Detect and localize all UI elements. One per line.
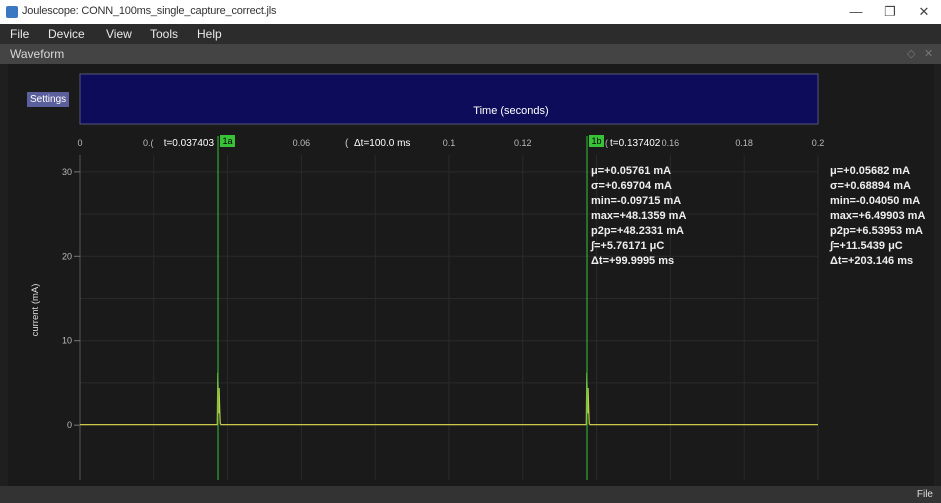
plot-grid <box>79 155 819 480</box>
y-tick-label: 0 <box>67 420 72 430</box>
total-statistics: μ=+0.05682 mA σ=+0.68894 mA min=-0.04050 m… <box>829 165 925 267</box>
total-stat-line: min=-0.04050 mA <box>830 195 920 207</box>
x-tick-label: 0.18 <box>735 138 753 148</box>
dual-stat-line: p2p=+48.2331 mA <box>591 225 684 237</box>
total-stat-line: σ=+0.68894 mA <box>830 180 911 192</box>
y-tick-label: 30 <box>62 167 72 177</box>
status-file-label: File <box>916 489 933 500</box>
dual-stat-line: μ=+0.05761 mA <box>591 165 671 177</box>
y-tick-label: 20 <box>62 251 72 261</box>
total-stat-line: ∫=+11.5439 μC <box>829 240 903 252</box>
x-tick-label: 0.2 <box>812 138 825 148</box>
waveform-plot: Time (seconds) 0 0.06 0.1 0.12 0.16 0.18 0.2 0… <box>30 73 925 480</box>
time-axis-bar[interactable] <box>79 73 819 125</box>
dual-stat-line: min=-0.09715 mA <box>591 195 681 207</box>
x-tick-label: 0.16 <box>662 138 680 148</box>
settings-button[interactable]: Settings <box>27 92 70 107</box>
dual-stat-line: Δt=+99.9995 ms <box>591 255 674 267</box>
x-axis-label: Time (seconds) <box>473 105 548 117</box>
dual-stat-line: σ=+0.69704 mA <box>591 180 672 192</box>
dual-marker-statistics: μ=+0.05761 mA σ=+0.69704 mA min=-0.09715 m… <box>590 165 686 267</box>
x-tick-label: 0 <box>77 138 82 148</box>
total-stat-line: max=+6.49903 mA <box>830 210 925 222</box>
x-tick-fragment: ( <box>605 138 608 148</box>
x-tick-label: 0.06 <box>293 138 311 148</box>
y-tick-label: 10 <box>62 336 72 346</box>
total-stat-line: p2p=+6.53953 mA <box>830 225 923 237</box>
x-tick-label: 0.1 <box>443 138 456 148</box>
marker-delta-label: Δt=100.0 ms <box>354 138 410 149</box>
x-tick-fragment: 0.( <box>143 138 154 148</box>
total-stat-line: μ=+0.05682 mA <box>830 165 910 177</box>
marker-flag-label-1a: 1a <box>223 136 233 146</box>
marker-flag-label-1b: 1b <box>592 136 602 146</box>
marker-time-label-1a: t=0.037403 <box>164 138 215 149</box>
x-tick-label: 0.12 <box>514 138 532 148</box>
y-axis-label: current (mA) <box>30 284 41 337</box>
dual-markers[interactable]: 1a t=0.037403 1b t=0.137402 0.( ( <box>143 135 661 480</box>
total-stat-line: Δt=+203.146 ms <box>830 255 913 267</box>
marker-time-label-1b: t=0.137402 <box>610 138 661 149</box>
status-bar: File <box>0 486 941 503</box>
dual-stat-line: max=+48.1359 mA <box>591 210 686 222</box>
y-tick-labels: 0 10 20 30 <box>62 167 80 430</box>
marker-delta-fragment: ( <box>345 138 349 149</box>
dual-stat-line: ∫=+5.76171 μC <box>590 240 664 252</box>
